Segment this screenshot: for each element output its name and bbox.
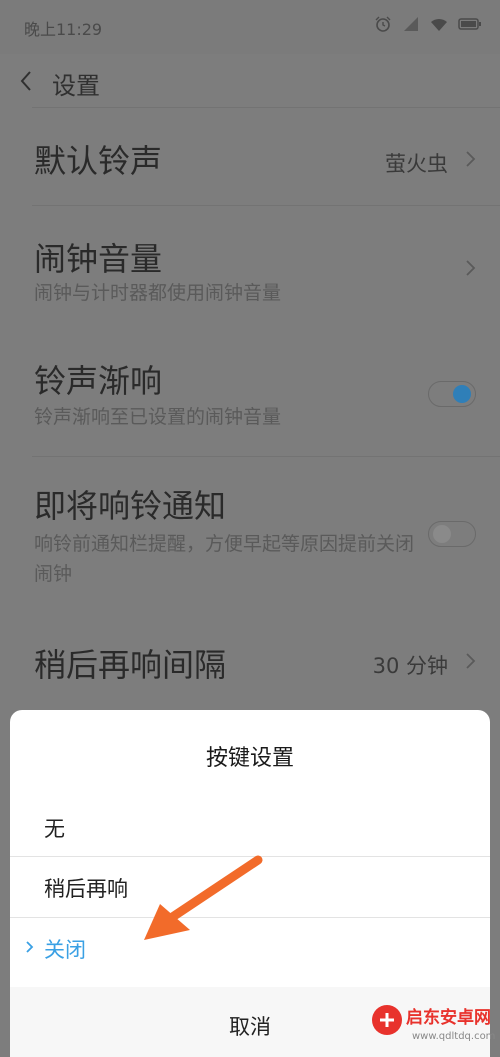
setting-value: 萤火虫 bbox=[385, 152, 448, 176]
setting-label: 默认铃声 bbox=[34, 142, 163, 180]
dialog-title: 按键设置 bbox=[205, 746, 294, 771]
selected-chevron-icon bbox=[26, 941, 34, 953]
setting-description: 闹钟与计时器都使用闹钟音量 bbox=[34, 282, 282, 304]
page-title: 设置 bbox=[52, 72, 100, 100]
chevron-right-icon bbox=[466, 653, 476, 669]
setting-fade-in: 铃声渐响 铃声渐响至已设置的闹钟音量 bbox=[0, 330, 500, 454]
signal-icon bbox=[404, 17, 418, 31]
setting-label: 稍后再响间隔 bbox=[34, 646, 227, 684]
option-label: 稍后再响 bbox=[44, 877, 128, 901]
fade-in-toggle[interactable] bbox=[428, 381, 476, 407]
setting-description: 响铃前通知栏提醒，方便早起等原因提前关闭闹钟 bbox=[34, 533, 415, 585]
setting-default-ringtone[interactable]: 默认铃声 萤火虫 bbox=[0, 108, 500, 206]
status-icons bbox=[374, 16, 482, 32]
toggle-knob bbox=[453, 385, 471, 403]
setting-label: 即将响铃通知 bbox=[34, 487, 227, 525]
watermark-url: www.qdltdq.com bbox=[412, 1031, 496, 1042]
watermark-logo-icon bbox=[372, 1005, 402, 1035]
header: 设置 bbox=[0, 54, 500, 108]
status-bar: 晚上11:29 bbox=[0, 0, 500, 54]
chevron-right-icon bbox=[466, 260, 476, 276]
alarm-icon bbox=[375, 16, 391, 32]
watermark: 启东安卓网 www.qdltdq.com bbox=[368, 997, 498, 1055]
chevron-right-icon bbox=[466, 151, 476, 167]
ring-notification-toggle[interactable] bbox=[428, 521, 476, 547]
screen: 晚上11:29 设置 默认铃声 萤火虫 闹钟音量 闹钟与计时器都使用闹钟音量 铃… bbox=[0, 0, 500, 1057]
setting-description: 铃声渐响至已设置的闹钟音量 bbox=[34, 406, 282, 428]
battery-icon bbox=[458, 18, 481, 30]
setting-ring-notification: 即将响铃通知 响铃前通知栏提醒，方便早起等原因提前关闭闹钟 bbox=[0, 457, 500, 607]
option-label: 无 bbox=[44, 817, 65, 841]
setting-snooze-interval[interactable]: 稍后再响间隔 30 分钟 bbox=[0, 610, 500, 710]
toggle-knob bbox=[433, 525, 451, 543]
setting-label: 闹钟音量 bbox=[34, 240, 163, 278]
setting-value: 30 分钟 bbox=[372, 654, 448, 678]
setting-label: 铃声渐响 bbox=[34, 362, 163, 400]
watermark-text: 启东安卓网 bbox=[406, 1008, 491, 1028]
pointer-arrow-icon bbox=[144, 855, 263, 940]
option-label: 关闭 bbox=[44, 938, 86, 962]
wifi-icon bbox=[431, 18, 447, 31]
setting-alarm-volume[interactable]: 闹钟音量 闹钟与计时器都使用闹钟音量 bbox=[0, 206, 500, 330]
status-time: 晚上11:29 bbox=[24, 20, 103, 39]
back-arrow-icon[interactable] bbox=[16, 66, 38, 96]
